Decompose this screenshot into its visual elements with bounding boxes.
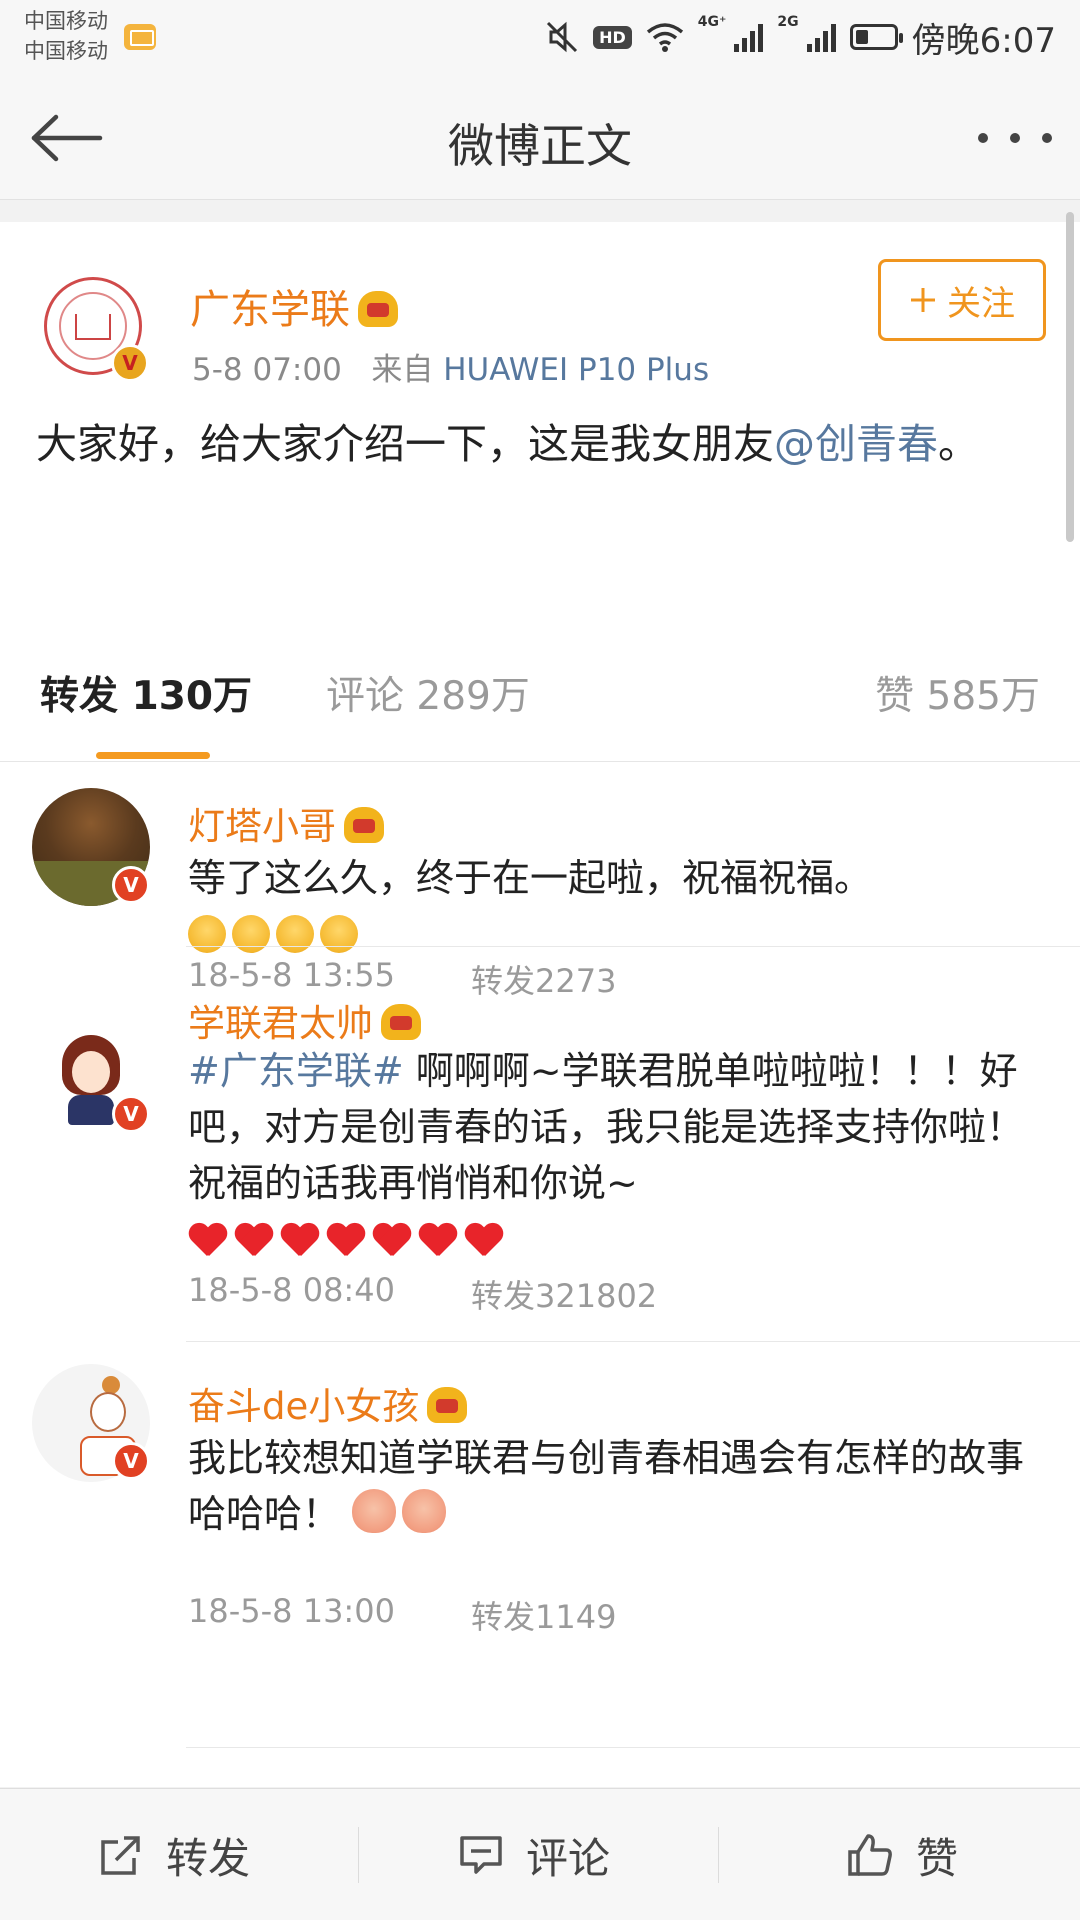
verified-v-icon: V bbox=[112, 1095, 150, 1133]
mute-icon bbox=[545, 20, 579, 54]
comment-label: 评论 bbox=[526, 1833, 611, 1883]
author-avatar[interactable]: V bbox=[44, 277, 149, 382]
page-title: 微博正文 bbox=[448, 119, 632, 173]
verified-v-icon: V bbox=[112, 866, 150, 904]
author-name-text: 广东学联 bbox=[190, 287, 350, 333]
active-tab-indicator bbox=[96, 752, 210, 759]
repost-list: V 灯塔小哥 等了这么久，终于在一起啦，祝福祝福。 18-5-8 13:55 转… bbox=[0, 762, 1080, 1787]
body-shape bbox=[68, 1095, 114, 1125]
status-bar: 中国移动 中国移动 HD 4G⁺ 2G 傍晚6:07 bbox=[0, 0, 1080, 78]
face-shape bbox=[72, 1051, 110, 1093]
heart-emoji-icon bbox=[372, 1222, 412, 1258]
heart-emoji-icon bbox=[326, 1222, 366, 1258]
message-notification-icon bbox=[124, 24, 156, 50]
bottom-toolbar: 转发 评论 赞 bbox=[0, 1788, 1080, 1920]
source-prefix: 来自 bbox=[371, 352, 434, 388]
weibo-post: V 广东学联 5-8 07:00 来自 HUAWEI P10 Plus 关注 大… bbox=[0, 222, 1080, 662]
follow-label: 关注 bbox=[947, 283, 1015, 324]
repost-text-body: 我比较想知道学联君与创青春相遇会有怎样的故事哈哈哈！ bbox=[188, 1436, 1025, 1536]
user-name-text: 奋斗de小女孩 bbox=[188, 1385, 420, 1428]
post-text-end: 。 bbox=[938, 420, 979, 468]
user-name-text: 学联君太帅 bbox=[188, 1002, 373, 1045]
verified-v-icon: V bbox=[112, 1442, 150, 1480]
verified-v-icon: V bbox=[111, 344, 149, 382]
repost-count: 转发1149 bbox=[471, 1598, 617, 1636]
heart-emoji-icon bbox=[418, 1222, 458, 1258]
heart-emoji-icon bbox=[188, 1222, 228, 1258]
post-text: 大家好，给大家介绍一下，这是我女朋友 bbox=[36, 420, 774, 468]
repost-button[interactable]: 转发 bbox=[98, 1789, 250, 1920]
post-time: 5-8 07:00 bbox=[192, 352, 342, 388]
user-name[interactable]: 灯塔小哥 bbox=[188, 796, 384, 850]
carrier-2: 中国移动 bbox=[24, 39, 108, 63]
wifi-icon bbox=[646, 20, 684, 54]
repost-time: 18-5-8 08:40 bbox=[188, 1271, 395, 1309]
heart-emoji-icon bbox=[280, 1222, 320, 1258]
divider bbox=[358, 1827, 359, 1883]
post-meta: 5-8 07:00 来自 HUAWEI P10 Plus bbox=[192, 344, 709, 389]
repost-count: 转发321802 bbox=[471, 1277, 658, 1315]
vip-crown-icon bbox=[358, 291, 398, 327]
thumbs-up-icon bbox=[848, 1834, 892, 1876]
heart-emoji-icon bbox=[234, 1222, 274, 1258]
laugh-emoji-icon bbox=[352, 1489, 397, 1533]
like-label: 赞 bbox=[916, 1833, 959, 1883]
comment-icon bbox=[460, 1836, 502, 1874]
dot-icon bbox=[978, 133, 988, 143]
repost-text: #广东学联# 啊啊啊~学联君脱单啦啦啦！！！好吧，对方是创青春的话，我只能是选择… bbox=[188, 1043, 1028, 1267]
repost-time: 18-5-8 13:00 bbox=[188, 1592, 395, 1630]
user-name[interactable]: 奋斗de小女孩 bbox=[188, 1376, 468, 1430]
list-item[interactable]: V 学联君太帅 #广东学联# 啊啊啊~学联君脱单啦啦啦！！！好吧，对方是创青春的… bbox=[0, 947, 1080, 1342]
scrollbar[interactable] bbox=[1066, 212, 1074, 542]
user-name[interactable]: 学联君太帅 bbox=[188, 993, 421, 1047]
tab-repost[interactable]: 转发 130万 bbox=[40, 662, 252, 762]
vip-crown-icon bbox=[381, 1004, 421, 1040]
post-source[interactable]: HUAWEI P10 Plus bbox=[443, 352, 709, 388]
repost-text-body: 等了这么久，终于在一起啦，祝福祝福。 bbox=[188, 856, 873, 900]
dot-icon bbox=[1042, 133, 1052, 143]
carrier-1: 中国移动 bbox=[24, 9, 108, 33]
nav-bar: 微博正文 bbox=[0, 78, 1080, 200]
follow-button[interactable]: 关注 bbox=[878, 259, 1046, 341]
post-tabs: 转发 130万 评论 289万 赞 585万 bbox=[0, 662, 1080, 762]
author-name[interactable]: 广东学联 bbox=[190, 277, 398, 335]
plus-icon bbox=[911, 288, 935, 312]
clock: 傍晚6:07 bbox=[911, 20, 1056, 61]
network-type-1: 4G⁺ bbox=[697, 14, 727, 30]
dot-icon bbox=[1010, 133, 1020, 143]
like-button[interactable]: 赞 bbox=[846, 1789, 958, 1920]
hd-icon: HD bbox=[593, 20, 632, 54]
signal-2-icon bbox=[806, 22, 836, 52]
mention-link[interactable]: @创青春 bbox=[774, 420, 938, 468]
user-name-text: 灯塔小哥 bbox=[188, 805, 336, 848]
laugh-emoji-icon bbox=[402, 1489, 447, 1533]
share-icon bbox=[101, 1836, 140, 1875]
vip-crown-icon bbox=[427, 1387, 468, 1423]
comment-button[interactable]: 评论 bbox=[458, 1789, 610, 1920]
signal-1-icon bbox=[734, 22, 764, 52]
repost-label: 转发 bbox=[166, 1833, 251, 1883]
divider bbox=[718, 1827, 719, 1883]
hashtag-link[interactable]: #广东学联# bbox=[188, 1049, 404, 1093]
list-item[interactable]: V 奋斗de小女孩 我比较想知道学联君与创青春相遇会有怎样的故事哈哈哈！ 18-… bbox=[0, 1342, 1080, 1672]
battery-icon bbox=[849, 24, 903, 50]
book-icon bbox=[75, 314, 111, 340]
more-options-button[interactable] bbox=[978, 128, 1052, 148]
status-icons: HD 4G⁺ 2G 傍晚6:07 bbox=[545, 14, 1056, 61]
network-type-2: 2G bbox=[777, 14, 799, 30]
carrier-info: 中国移动 中国移动 bbox=[24, 6, 108, 66]
tab-like[interactable]: 赞 585万 bbox=[875, 662, 1040, 762]
post-content: 大家好，给大家介绍一下，这是我女朋友@创青春。 bbox=[36, 414, 1036, 474]
divider bbox=[186, 1747, 1080, 1748]
heart-emoji-icon bbox=[464, 1222, 504, 1258]
tab-comment[interactable]: 评论 289万 bbox=[326, 662, 530, 762]
repost-text: 我比较想知道学联君与创青春相遇会有怎样的故事哈哈哈！ bbox=[188, 1430, 1048, 1542]
head-shape bbox=[90, 1392, 126, 1432]
vip-crown-icon bbox=[344, 807, 384, 843]
